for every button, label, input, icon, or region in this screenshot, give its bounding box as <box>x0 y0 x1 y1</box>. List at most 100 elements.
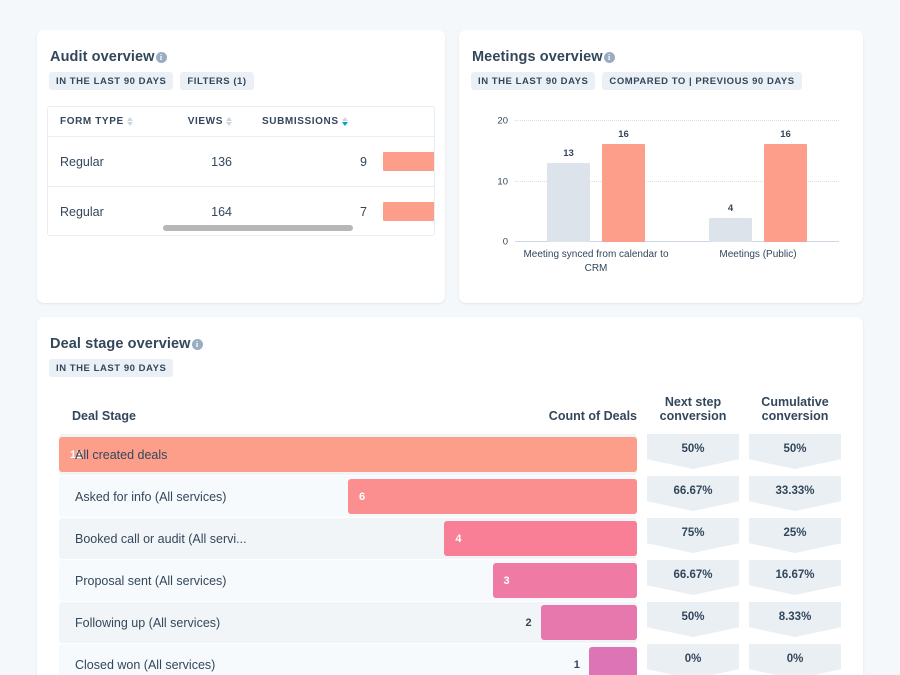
audit-table: FORM TYPE VIEWS SUBMISSIONS Regular 136 … <box>48 107 434 235</box>
funnel-row-main: 4 Booked call or audit (All servi... <box>59 518 637 559</box>
scrollbar-thumb[interactable] <box>163 225 353 231</box>
meetings-overview-title: Meetings overview i <box>459 49 863 65</box>
horizontal-scrollbar[interactable] <box>48 221 434 235</box>
chart-bar-groups: 13 16 4 16 <box>515 120 839 242</box>
audit-overview-title: Audit overview i <box>37 49 445 65</box>
funnel-col-next-conversion: Next step conversion <box>659 395 727 423</box>
audit-col-views[interactable]: VIEWS <box>153 107 238 137</box>
bar-current-period[interactable]: 16 <box>764 129 807 242</box>
next-conversion-cell: 0% <box>647 644 739 675</box>
bar-value-label: 13 <box>563 147 574 159</box>
funnel-bar-value: 6 <box>359 490 366 503</box>
audit-col-form-type-label: FORM TYPE <box>60 116 124 127</box>
sort-arrows-icon[interactable] <box>226 117 232 126</box>
bar-previous-period[interactable]: 13 <box>547 148 590 242</box>
next-conversion-cell: 50% <box>647 602 739 643</box>
next-conversion-cell: 66.67% <box>647 560 739 601</box>
y-axis-tick-label: 0 <box>502 236 508 248</box>
status-badge: 66.67% <box>647 560 739 595</box>
funnel-rows-container: 12 All created deals 50% 50% 6 Asked for info… <box>59 434 841 675</box>
bar-current-period[interactable]: 16 <box>602 129 645 242</box>
bar-group-0: 13 16 <box>515 120 677 242</box>
bar-column: 16 <box>602 120 645 242</box>
funnel-stage-label: Asked for info (All services) <box>75 489 227 504</box>
audit-cell-bar <box>373 136 434 187</box>
funnel-bar[interactable]: 6 <box>348 479 637 514</box>
bar-column: 16 <box>764 120 807 242</box>
status-badge: 50% <box>749 434 841 469</box>
dashboard-page: Audit overview i IN THE LAST 90 DAYS FIL… <box>0 0 900 675</box>
status-badge: 50% <box>647 602 739 637</box>
next-conversion-cell: 50% <box>647 434 739 475</box>
audit-chip-filters[interactable]: FILTERS (1) <box>180 72 254 90</box>
funnel-stage-label: Booked call or audit (All servi... <box>75 531 247 546</box>
funnel-row[interactable]: 6 Asked for info (All services) 66.67% 33.3… <box>59 476 841 517</box>
audit-submission-bar <box>383 152 434 171</box>
funnel-stage-label: Closed won (All services) <box>75 657 216 672</box>
audit-overview-card: Audit overview i IN THE LAST 90 DAYS FIL… <box>37 30 445 303</box>
funnel-row-main: 1 Closed won (All services) <box>59 644 637 675</box>
audit-submission-bar <box>383 202 434 221</box>
funnel-row[interactable]: 1 Closed won (All services) 0% 0% <box>59 644 841 675</box>
cumulative-conversion-cell: 33.33% <box>749 476 841 517</box>
sort-arrows-icon[interactable] <box>126 117 133 126</box>
deal-stage-title-text: Deal stage overview <box>50 336 191 352</box>
funnel-stage-label: Proposal sent (All services) <box>75 573 227 588</box>
status-badge: 33.33% <box>749 476 841 511</box>
status-badge: 25% <box>749 518 841 553</box>
audit-cell-submissions: 9 <box>238 136 373 187</box>
deal-stage-filter-chips: IN THE LAST 90 DAYS <box>37 352 863 377</box>
bar-value-label: 16 <box>780 129 791 141</box>
funnel-stage-label: Following up (All services) <box>75 615 221 630</box>
audit-col-submissions-label: SUBMISSIONS <box>262 116 339 127</box>
funnel-bar[interactable] <box>540 605 637 640</box>
bar-column: 4 <box>709 120 752 242</box>
sort-arrows-active-icon[interactable] <box>341 117 348 126</box>
funnel-bar[interactable]: 4 <box>444 521 637 556</box>
funnel-bar[interactable]: 3 <box>492 563 637 598</box>
info-icon[interactable]: i <box>603 51 615 63</box>
deal-stage-chip-date-range[interactable]: IN THE LAST 90 DAYS <box>49 359 174 377</box>
funnel-row-main: 3 Proposal sent (All services) <box>59 560 637 601</box>
funnel-row[interactable]: 12 All created deals 50% 50% <box>59 434 841 475</box>
funnel-header-row: Deal Stage Count of Deals Next step conv… <box>59 395 841 434</box>
audit-filter-chips: IN THE LAST 90 DAYS FILTERS (1) <box>37 65 445 90</box>
status-badge: 16.67% <box>749 560 841 595</box>
funnel-row[interactable]: 4 Booked call or audit (All servi... 75% 25… <box>59 518 841 559</box>
funnel-row[interactable]: 2 Following up (All services) 50% 8.33% <box>59 602 841 643</box>
cumulative-conversion-cell: 50% <box>749 434 841 475</box>
funnel-col-count: Count of Deals <box>548 409 637 423</box>
x-axis-tick-label: Meetings (Public) <box>719 249 797 260</box>
meetings-filter-chips: IN THE LAST 90 DAYS COMPARED TO | PREVIO… <box>459 65 863 90</box>
audit-col-submissions[interactable]: SUBMISSIONS <box>238 107 434 137</box>
status-badge: 0% <box>749 644 841 675</box>
meetings-chip-comparison[interactable]: COMPARED TO | PREVIOUS 90 DAYS <box>602 72 802 90</box>
info-icon[interactable]: i <box>191 338 203 350</box>
cumulative-conversion-cell: 8.33% <box>749 602 841 643</box>
table-row[interactable]: Regular 136 9 <box>48 136 434 187</box>
funnel-row-main: 12 All created deals <box>59 434 637 475</box>
bar-previous-period[interactable]: 4 <box>709 203 752 242</box>
cumulative-conversion-cell: 25% <box>749 518 841 559</box>
cumulative-conversion-cell: 16.67% <box>749 560 841 601</box>
funnel-bar[interactable] <box>588 647 637 675</box>
meetings-chip-date-range[interactable]: IN THE LAST 90 DAYS <box>471 72 596 90</box>
audit-chip-date-range[interactable]: IN THE LAST 90 DAYS <box>49 72 174 90</box>
funnel-bar-value: 4 <box>455 532 462 545</box>
audit-cell-form-type: Regular <box>48 136 153 187</box>
x-axis-labels: Meeting synced from calendar to CRM Meet… <box>515 248 839 276</box>
deal-stage-funnel: Deal Stage Count of Deals Next step conv… <box>37 395 863 675</box>
cumulative-conversion-cell: 0% <box>749 644 841 675</box>
y-axis-tick-label: 20 <box>497 115 508 127</box>
chart-plot-area: 20 10 0 13 16 4 16 <box>497 116 839 248</box>
deal-stage-title: Deal stage overview i <box>37 336 863 352</box>
status-badge: 75% <box>647 518 739 553</box>
audit-table-head: FORM TYPE VIEWS SUBMISSIONS <box>48 107 434 137</box>
audit-table-container[interactable]: FORM TYPE VIEWS SUBMISSIONS Regular 136 … <box>47 106 435 236</box>
audit-col-form-type[interactable]: FORM TYPE <box>48 107 153 137</box>
info-icon[interactable]: i <box>155 51 167 63</box>
funnel-bar-value: 3 <box>503 574 510 587</box>
bar-value-label: 16 <box>618 129 629 141</box>
funnel-stage-label: All created deals <box>75 447 168 462</box>
funnel-row[interactable]: 3 Proposal sent (All services) 66.67% 16.67… <box>59 560 841 601</box>
